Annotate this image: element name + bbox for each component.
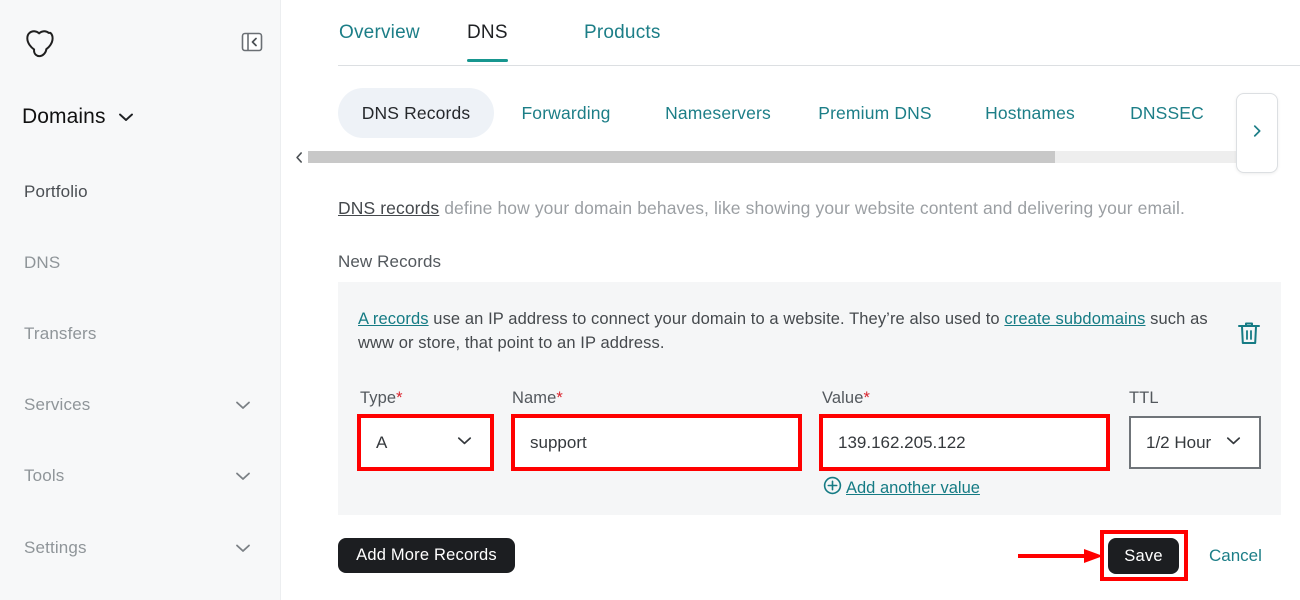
name-label-text: Name — [512, 389, 556, 407]
tab-label: Products — [584, 22, 661, 43]
scrollbar-thumb[interactable] — [308, 151, 1055, 163]
red-arrow-icon — [1018, 548, 1104, 564]
sidebar-section-label: Domains — [22, 105, 106, 129]
tab-label: DNS — [467, 22, 508, 43]
chevron-right-icon — [1249, 123, 1265, 144]
value-input-value: 139.162.205.122 — [838, 433, 966, 453]
dns-records-description: DNS records define how your domain behav… — [338, 198, 1185, 219]
primary-tabs: Overview DNS Products — [281, 0, 1300, 66]
subtabs-scroll-next-button[interactable] — [1236, 93, 1278, 173]
sidebar-item-label: DNS — [24, 253, 60, 273]
trash-icon[interactable] — [1237, 320, 1261, 346]
dns-subtabs: DNS Records Forwarding Nameservers Premi… — [281, 88, 1300, 146]
sidebar-item-dns[interactable]: DNS — [24, 253, 259, 273]
create-subdomains-link[interactable]: create subdomains — [1004, 310, 1145, 328]
subtabs-scrollbar[interactable] — [281, 150, 1300, 164]
sidebar-item-services[interactable]: Services — [24, 395, 259, 415]
type-label-text: Type — [360, 389, 396, 407]
tab-label: Overview — [339, 22, 420, 43]
tab-active-underline — [467, 59, 508, 62]
sidebar-item-transfers[interactable]: Transfers — [24, 324, 259, 344]
tabs-divider — [338, 65, 1300, 66]
sidebar-collapse-icon[interactable] — [241, 31, 263, 53]
subtab-label: Hostnames — [985, 103, 1075, 124]
sidebar: Domains Portfolio DNS Transfers Services… — [0, 0, 281, 600]
subtab-label: Premium DNS — [818, 103, 931, 124]
sidebar-item-label: Services — [24, 395, 90, 415]
ttl-field-label: TTL — [1129, 389, 1159, 408]
subtab-premium-dns[interactable]: Premium DNS — [810, 88, 940, 138]
name-input-value: support — [530, 433, 587, 453]
add-another-value-label: Add another value — [846, 479, 980, 498]
save-button[interactable]: Save — [1108, 538, 1179, 574]
type-field-label: Type* — [360, 389, 403, 408]
chevron-down-icon — [1224, 431, 1243, 455]
subtab-nameservers[interactable]: Nameservers — [653, 88, 783, 138]
godaddy-logo[interactable] — [22, 26, 58, 62]
dns-records-description-text: define how your domain behaves, like sho… — [439, 198, 1185, 218]
plus-circle-icon — [823, 476, 842, 500]
sidebar-item-label: Transfers — [24, 324, 97, 344]
subtab-hostnames[interactable]: Hostnames — [971, 88, 1089, 138]
sidebar-section-domains[interactable]: Domains — [22, 105, 136, 129]
chevron-down-icon — [116, 107, 136, 127]
add-more-records-button[interactable]: Add More Records — [338, 538, 515, 573]
record-desc-part-1: use an IP address to connect your domain… — [429, 310, 1005, 328]
subtab-label: Nameservers — [665, 103, 771, 124]
subtab-label: DNSSEC — [1130, 103, 1204, 124]
sidebar-item-label: Settings — [24, 538, 87, 558]
name-field-label: Name* — [512, 389, 563, 408]
required-asterisk: * — [396, 389, 403, 407]
subtab-label: Forwarding — [521, 103, 610, 124]
ttl-select-value: 1/2 Hour — [1146, 433, 1211, 453]
chevron-down-icon — [455, 431, 474, 455]
type-select[interactable]: A — [361, 418, 490, 467]
chevron-down-icon — [233, 538, 253, 558]
required-asterisk: * — [556, 389, 563, 407]
a-records-link[interactable]: A records — [358, 310, 429, 328]
sidebar-item-label: Tools — [24, 466, 64, 486]
sidebar-item-tools[interactable]: Tools — [24, 466, 259, 486]
new-records-heading: New Records — [338, 252, 441, 272]
value-input[interactable]: 139.162.205.122 — [823, 418, 1106, 467]
subtab-dns-records[interactable]: DNS Records — [338, 88, 494, 138]
ttl-label-text: TTL — [1129, 389, 1159, 407]
chevron-left-icon[interactable] — [291, 150, 307, 164]
dns-records-link[interactable]: DNS records — [338, 198, 439, 218]
chevron-down-icon — [233, 395, 253, 415]
cancel-button[interactable]: Cancel — [1209, 546, 1262, 566]
required-asterisk: * — [863, 389, 870, 407]
value-label-text: Value — [822, 389, 863, 407]
name-input[interactable]: support — [515, 418, 798, 467]
add-another-value-link[interactable]: Add another value — [823, 476, 980, 500]
sidebar-item-portfolio[interactable]: Portfolio — [24, 182, 259, 202]
value-field-label: Value* — [822, 389, 870, 408]
ttl-select[interactable]: 1/2 Hour — [1129, 416, 1261, 469]
subtab-label: DNS Records — [362, 103, 471, 124]
sidebar-item-label: Portfolio — [24, 182, 88, 202]
sidebar-item-settings[interactable]: Settings — [24, 538, 259, 558]
type-select-value: A — [376, 433, 387, 453]
tab-dns[interactable]: DNS — [467, 22, 508, 62]
record-type-description: A records use an IP address to connect y… — [358, 307, 1238, 355]
chevron-down-icon — [233, 466, 253, 486]
scrollbar-track[interactable] — [308, 151, 1240, 163]
tab-products[interactable]: Products — [584, 22, 661, 62]
app-root: Domains Portfolio DNS Transfers Services… — [0, 0, 1300, 600]
subtab-forwarding[interactable]: Forwarding — [510, 88, 622, 138]
subtab-dnssec[interactable]: DNSSEC — [1119, 88, 1215, 138]
tab-overview[interactable]: Overview — [339, 22, 420, 62]
